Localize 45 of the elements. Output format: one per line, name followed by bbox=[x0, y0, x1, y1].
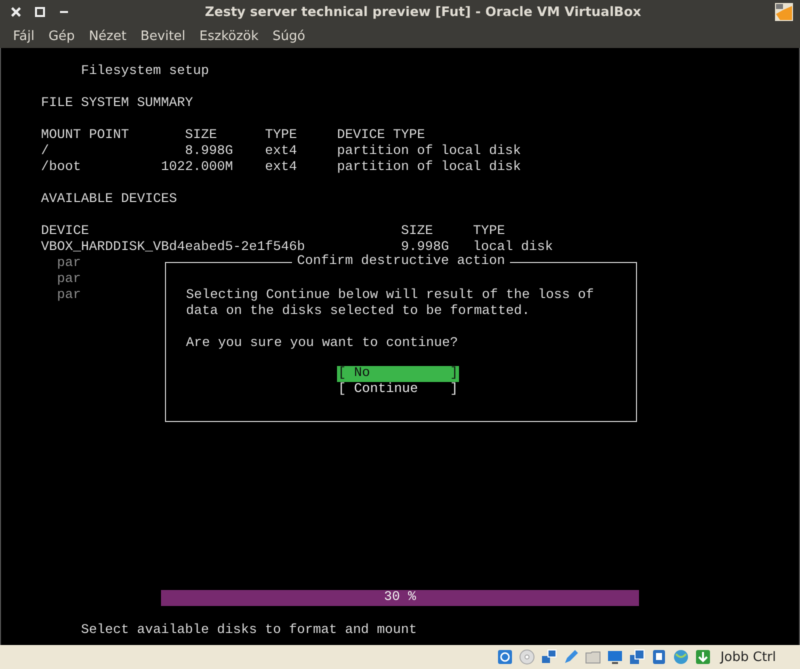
dialog-message: Selecting Continue below will result of the loss of data on the disks selected to be formatted. bbox=[186, 288, 595, 320]
partition-row: par bbox=[57, 256, 81, 272]
table-cell: / bbox=[41, 144, 49, 160]
dialog-button[interactable]: [ Continue ] bbox=[337, 382, 459, 398]
screen-heading: Filesystem setup bbox=[81, 64, 209, 80]
globe-icon[interactable] bbox=[672, 648, 690, 666]
column-header: DEVICE TYPE bbox=[337, 128, 425, 144]
host-key-label: Jobb Ctrl bbox=[720, 650, 776, 664]
menu-item[interactable]: Bevitel bbox=[133, 28, 192, 44]
hint-text: Select available disks to format and mount bbox=[81, 623, 418, 639]
pen-icon[interactable] bbox=[562, 648, 580, 666]
section-title: AVAILABLE DEVICES bbox=[41, 192, 177, 208]
menu-item[interactable]: Súgó bbox=[266, 28, 312, 44]
section-title: FILE SYSTEM SUMMARY bbox=[41, 96, 193, 112]
menu-item[interactable]: Nézet bbox=[82, 28, 134, 44]
download-icon[interactable] bbox=[694, 648, 712, 666]
column-header: TYPE bbox=[473, 224, 505, 240]
maximize-icon[interactable] bbox=[32, 4, 48, 20]
menu-item[interactable]: Eszközök bbox=[192, 28, 266, 44]
table-cell-text: 9.998G bbox=[401, 240, 449, 255]
window-title: Zesty server technical preview [Fut] - Oracle VM VirtualBox bbox=[204, 4, 642, 20]
windows-icon[interactable] bbox=[628, 648, 646, 666]
column-header: SIZE bbox=[185, 128, 217, 144]
table-cell: 8.998G bbox=[185, 144, 233, 160]
table-cell: ext4 bbox=[265, 144, 297, 160]
menu-item[interactable]: Fájl bbox=[6, 28, 42, 44]
table-cell-text: local disk bbox=[473, 240, 553, 255]
display-icon[interactable] bbox=[606, 648, 624, 666]
column-header: SIZE bbox=[401, 224, 433, 240]
table-cell: partition of local disk bbox=[337, 144, 521, 160]
column-header: MOUNT POINT bbox=[41, 128, 129, 144]
percent-banner: 30 % bbox=[161, 590, 639, 606]
table-cell: 1022.000M bbox=[161, 160, 233, 176]
dialog-question: Are you sure you want to continue? bbox=[186, 336, 459, 352]
column-header: DEVICE bbox=[41, 224, 89, 240]
column-header: TYPE bbox=[265, 128, 297, 144]
table-cell-text: VBOX_HARDDISK_VBd4eabed5-2e1f546b bbox=[41, 240, 305, 255]
dialog-button[interactable]: [ No ] bbox=[337, 366, 459, 382]
partition-row: par bbox=[57, 272, 81, 288]
menu-item[interactable]: Gép bbox=[41, 28, 82, 44]
table-cell: ext4 bbox=[265, 160, 297, 176]
partition-row: par bbox=[57, 288, 81, 304]
table-cell: /boot bbox=[41, 160, 81, 176]
app-icon bbox=[774, 2, 794, 22]
table-cell: partition of local disk bbox=[337, 160, 521, 176]
